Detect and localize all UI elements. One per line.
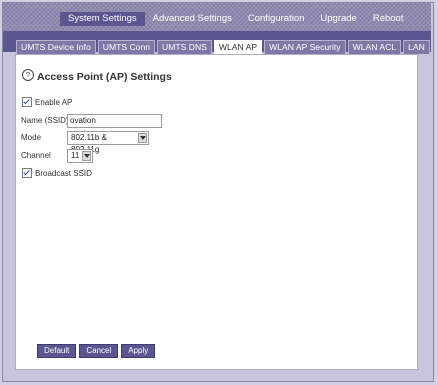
ssid-label: Name (SSID) [21, 116, 69, 125]
tab-wlan-ap-security[interactable]: WLAN AP Security [264, 40, 346, 54]
channel-select[interactable]: 11 [67, 149, 93, 163]
ssid-input[interactable]: ovation [67, 114, 162, 128]
tab-wlan-acl[interactable]: WLAN ACL [347, 40, 402, 54]
broadcast-ssid-row: Broadcast SSID [22, 168, 92, 178]
tab-umts-conn[interactable]: UMTS Conn [97, 40, 156, 54]
mode-label: Mode [21, 133, 42, 142]
sub-tabs: UMTS Device Info UMTS Conn UMTS DNS WLAN… [16, 40, 430, 54]
tab-umts-dns[interactable]: UMTS DNS [157, 40, 212, 54]
apply-button[interactable]: Apply [121, 344, 156, 358]
chevron-down-icon[interactable] [138, 133, 147, 143]
broadcast-ssid-checkbox[interactable] [22, 168, 32, 178]
content-panel: ? Access Point (AP) Settings Enable AP N… [15, 54, 418, 370]
chevron-down-icon[interactable] [82, 151, 91, 161]
tab-umts-device-info[interactable]: UMTS Device Info [16, 40, 96, 54]
action-buttons: Default Cancel Apply [37, 344, 156, 358]
nav-system-settings[interactable]: System Settings [60, 12, 145, 26]
nav-reboot[interactable]: Reboot [365, 12, 412, 26]
tab-lan[interactable]: LAN [403, 40, 430, 54]
main-navigation: System Settings Advanced Settings Config… [60, 12, 411, 26]
question-circle-icon[interactable]: ? [22, 69, 34, 81]
tab-wlan-ap[interactable]: WLAN AP [213, 40, 263, 54]
mode-select-value: 802.11b & 802.11g [71, 133, 107, 154]
default-button[interactable]: Default [37, 344, 77, 358]
nav-upgrade[interactable]: Upgrade [312, 12, 364, 26]
page-title: Access Point (AP) Settings [37, 71, 172, 83]
channel-select-value: 11 [71, 151, 80, 160]
enable-ap-row: Enable AP [22, 97, 72, 107]
nav-advanced-settings[interactable]: Advanced Settings [145, 12, 240, 26]
mode-select[interactable]: 802.11b & 802.11g [67, 131, 149, 154]
broadcast-ssid-label: Broadcast SSID [35, 168, 92, 178]
enable-ap-label: Enable AP [35, 97, 73, 107]
enable-ap-checkbox[interactable] [22, 97, 32, 107]
channel-label: Channel [21, 151, 51, 160]
nav-configuration[interactable]: Configuration [240, 12, 313, 26]
cancel-button[interactable]: Cancel [79, 344, 119, 358]
